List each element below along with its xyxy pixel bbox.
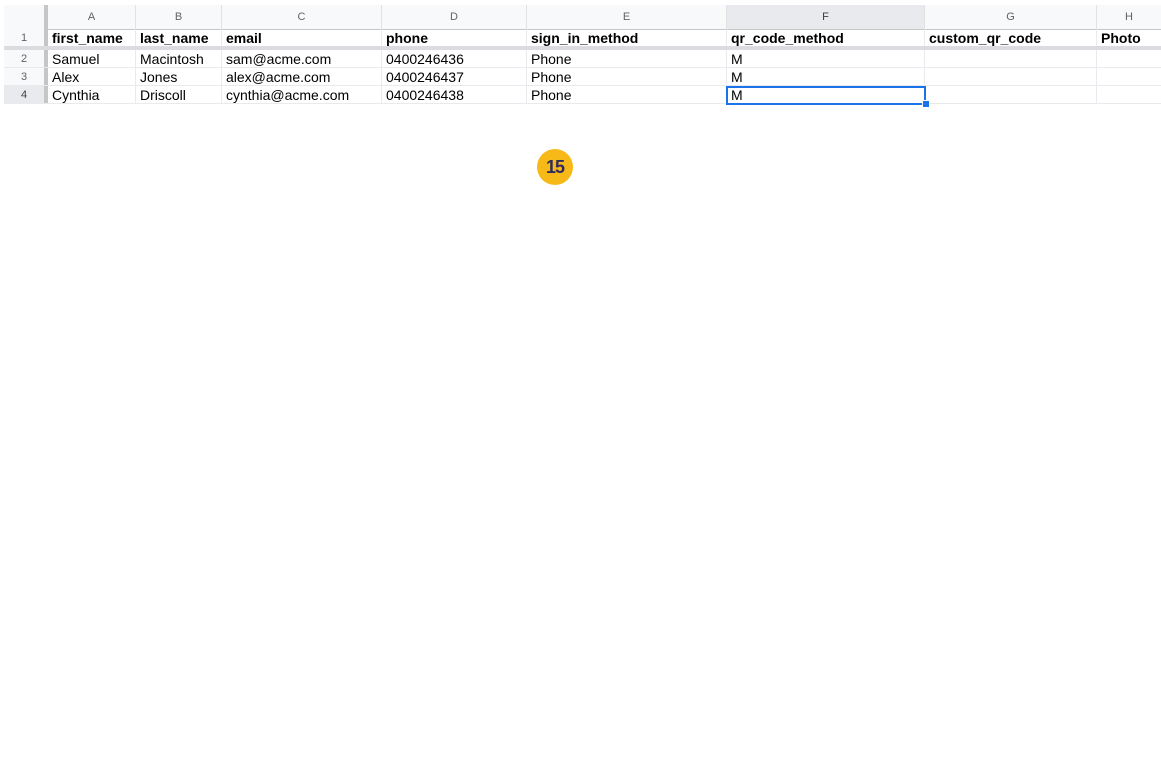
row-number[interactable]: 3 bbox=[4, 68, 48, 85]
cell-first-name[interactable]: Cynthia bbox=[48, 86, 136, 103]
cell-phone[interactable]: 0400246436 bbox=[382, 50, 527, 67]
cell-photo[interactable] bbox=[1097, 86, 1161, 103]
column-header-f[interactable]: F bbox=[727, 5, 925, 29]
header-cell-qr-code-method[interactable]: qr_code_method bbox=[727, 29, 925, 46]
cell-email[interactable]: sam@acme.com bbox=[222, 50, 382, 67]
header-cell-custom-qr-code[interactable]: custom_qr_code bbox=[925, 29, 1097, 46]
row-number[interactable]: 2 bbox=[4, 50, 48, 67]
cell-qr-code-method[interactable]: M bbox=[727, 50, 925, 67]
cell-phone[interactable]: 0400246438 bbox=[382, 86, 527, 103]
header-cell-photo[interactable]: Photo bbox=[1097, 29, 1161, 46]
cell-custom-qr-code[interactable] bbox=[925, 68, 1097, 85]
select-all-corner[interactable] bbox=[4, 5, 48, 29]
cell-email[interactable]: cynthia@acme.com bbox=[222, 86, 382, 103]
header-cell-email[interactable]: email bbox=[222, 29, 382, 46]
row-number[interactable]: 4 bbox=[4, 86, 48, 103]
fill-handle[interactable] bbox=[922, 100, 930, 108]
row-number[interactable]: 1 bbox=[4, 29, 48, 46]
cell-last-name[interactable]: Macintosh bbox=[136, 50, 222, 67]
cell-first-name[interactable]: Samuel bbox=[48, 50, 136, 67]
cell-last-name[interactable]: Jones bbox=[136, 68, 222, 85]
table-row: 2 Samuel Macintosh sam@acme.com 04002464… bbox=[4, 50, 1161, 68]
cell-phone[interactable]: 0400246437 bbox=[382, 68, 527, 85]
column-header-d[interactable]: D bbox=[382, 5, 527, 29]
column-header-h[interactable]: H bbox=[1097, 5, 1161, 29]
column-header-b[interactable]: B bbox=[136, 5, 222, 29]
cell-sign-in-method[interactable]: Phone bbox=[527, 86, 727, 103]
cell-email[interactable]: alex@acme.com bbox=[222, 68, 382, 85]
header-cell-phone[interactable]: phone bbox=[382, 29, 527, 46]
column-header-g[interactable]: G bbox=[925, 5, 1097, 29]
table-row: 4 Cynthia Driscoll cynthia@acme.com 0400… bbox=[4, 86, 1161, 104]
cell-last-name[interactable]: Driscoll bbox=[136, 86, 222, 103]
cell-qr-code-method-selected[interactable]: M bbox=[727, 86, 925, 103]
cell-custom-qr-code[interactable] bbox=[925, 86, 1097, 103]
cell-custom-qr-code[interactable] bbox=[925, 50, 1097, 67]
header-cell-first-name[interactable]: first_name bbox=[48, 29, 136, 46]
column-header-a[interactable]: A bbox=[48, 5, 136, 29]
table-header-row: 1 first_name last_name email phone sign_… bbox=[4, 29, 1161, 47]
step-number-badge: 15 bbox=[537, 149, 573, 185]
cell-first-name[interactable]: Alex bbox=[48, 68, 136, 85]
table-row: 3 Alex Jones alex@acme.com 0400246437 Ph… bbox=[4, 68, 1161, 86]
header-cell-sign-in-method[interactable]: sign_in_method bbox=[527, 29, 727, 46]
column-header-e[interactable]: E bbox=[527, 5, 727, 29]
cell-sign-in-method[interactable]: Phone bbox=[527, 68, 727, 85]
column-header-row: A B C D E F G H bbox=[4, 5, 1161, 30]
cell-sign-in-method[interactable]: Phone bbox=[527, 50, 727, 67]
column-header-c[interactable]: C bbox=[222, 5, 382, 29]
cell-photo[interactable] bbox=[1097, 68, 1161, 85]
header-cell-last-name[interactable]: last_name bbox=[136, 29, 222, 46]
cell-qr-code-method[interactable]: M bbox=[727, 68, 925, 85]
cell-photo[interactable] bbox=[1097, 50, 1161, 67]
